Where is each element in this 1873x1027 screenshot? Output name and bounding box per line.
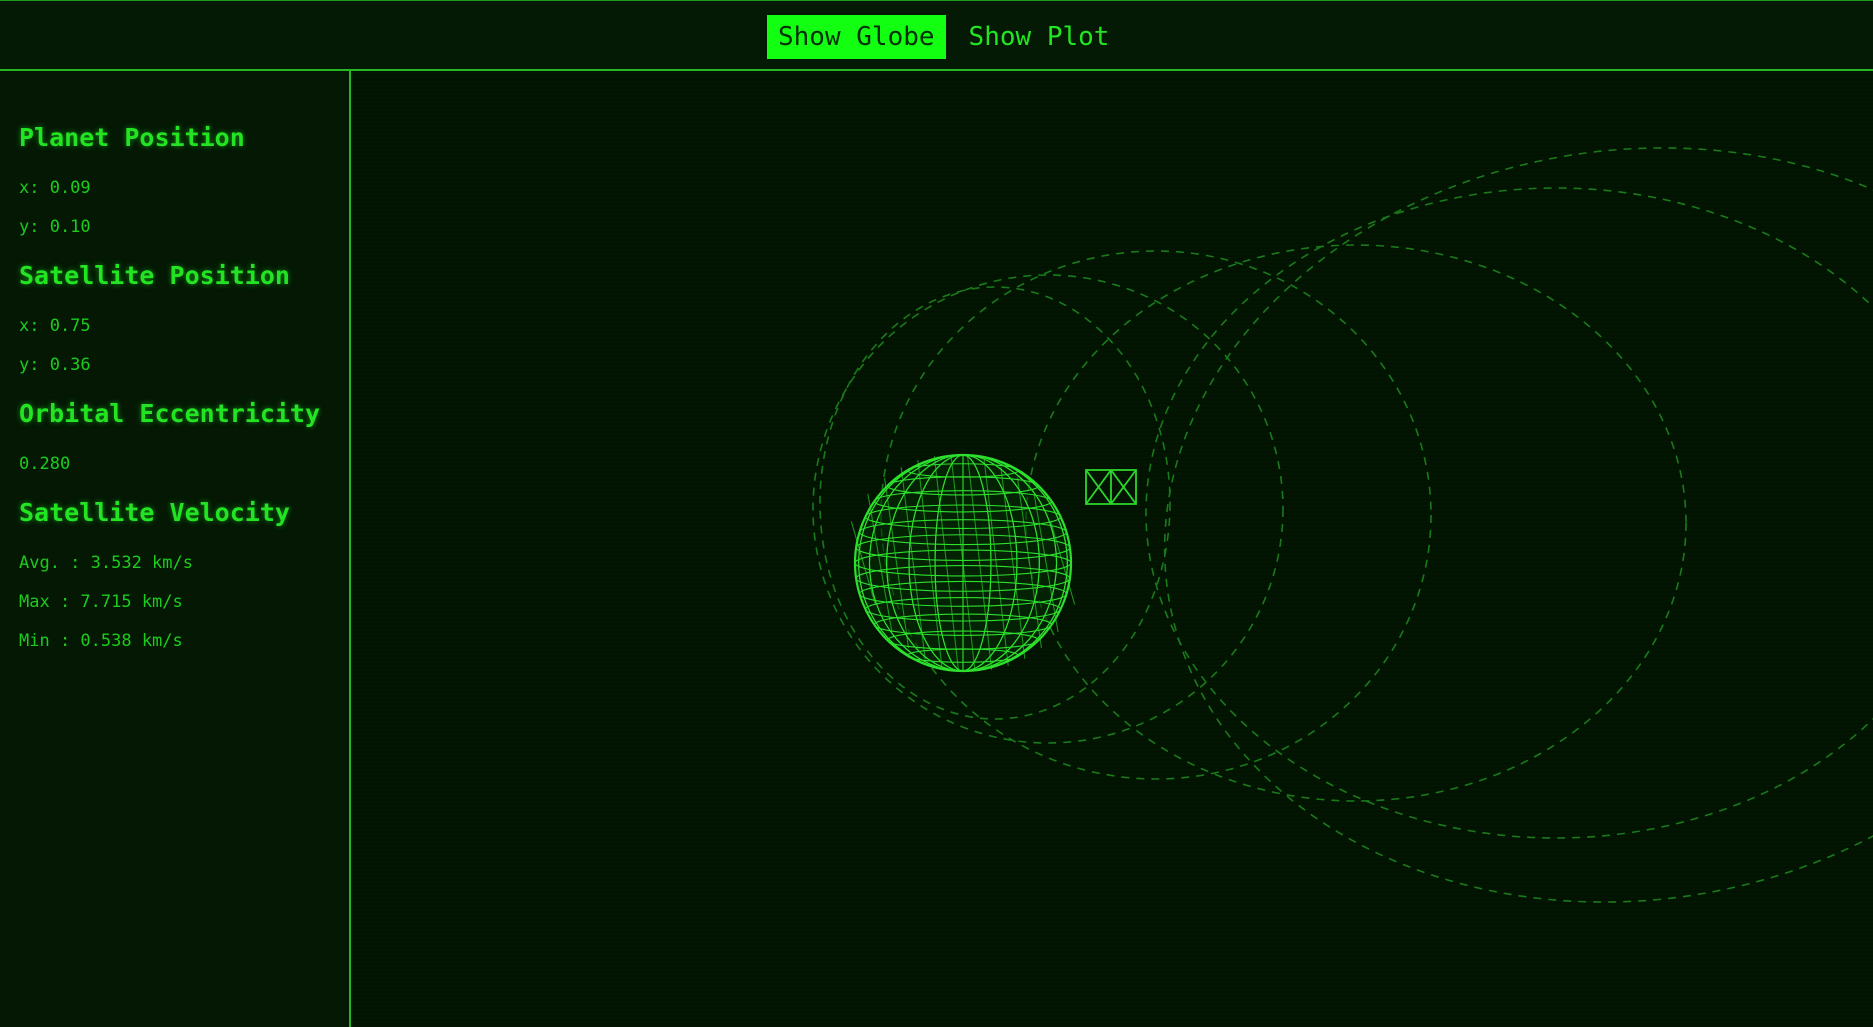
velocity-title: Satellite Velocity [19, 498, 290, 527]
velocity-section: Satellite Velocity Avg. : 3.532 km/s Max… [19, 498, 349, 651]
satellite-position-title: Satellite Position [19, 261, 290, 290]
velocity-min-value: Min : 0.538 km/s [19, 631, 183, 651]
planet-y-value: y: 0.10 [19, 217, 91, 237]
satellite-y-value: y: 0.36 [19, 355, 91, 375]
top-toolbar: Show Globe Show Plot [0, 0, 1873, 71]
planet-x-value: x: 0.09 [19, 178, 91, 198]
velocity-max-value: Max : 7.715 km/s [19, 592, 183, 612]
wireframe-globe-icon [850, 453, 1076, 673]
orbit-viewport[interactable] [353, 73, 1873, 1027]
eccentricity-title: Orbital Eccentricity [19, 399, 321, 428]
eccentricity-section: Orbital Eccentricity 0.280 [19, 399, 349, 474]
scanline-background [353, 73, 1873, 1027]
show-globe-button[interactable]: Show Globe [767, 15, 946, 59]
velocity-avg-value: Avg. : 3.532 km/s [19, 553, 193, 573]
view-tabs: Show Globe Show Plot [767, 15, 1120, 59]
eccentricity-value: 0.280 [19, 454, 71, 474]
orbit-scene[interactable] [353, 73, 1873, 1027]
satellite-x-value: x: 0.75 [19, 316, 91, 336]
planet-position-section: Planet Position x: 0.09 y: 0.10 [19, 123, 349, 237]
satellite-position-section: Satellite Position x: 0.75 y: 0.36 [19, 261, 349, 375]
show-plot-button[interactable]: Show Plot [958, 15, 1121, 59]
info-sidebar: Planet Position x: 0.09 y: 0.10 Satellit… [0, 71, 351, 1027]
planet-position-title: Planet Position [19, 123, 245, 152]
